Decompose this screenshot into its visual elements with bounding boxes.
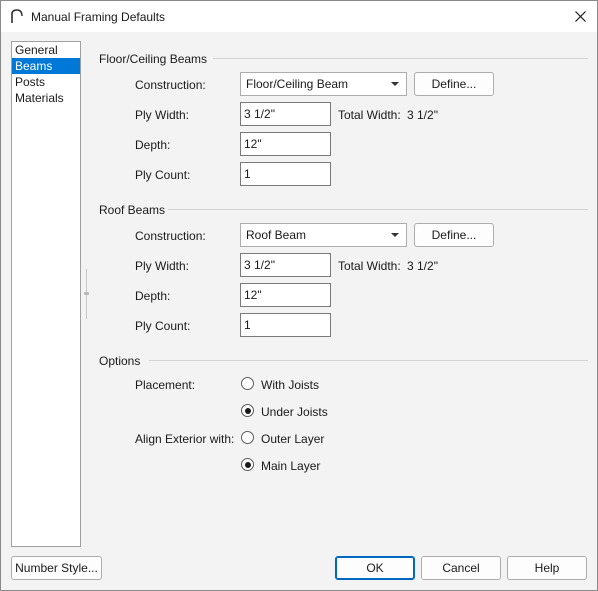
manual-framing-defaults-dialog: Manual Framing Defaults General Beams Po… <box>0 0 598 591</box>
floor-construction-value: Floor/Ceiling Beam <box>246 77 349 91</box>
title-bar: Manual Framing Defaults <box>1 1 597 32</box>
roof-ply-count-input[interactable]: 1 <box>240 313 331 337</box>
close-button[interactable] <box>563 1 597 32</box>
nav-item-beams[interactable]: Beams <box>12 58 80 74</box>
roof-construction-value: Roof Beam <box>246 228 307 242</box>
ok-button[interactable]: OK <box>335 556 415 580</box>
nav-item-materials[interactable]: Materials <box>12 90 80 106</box>
floor-construction-label: Construction: <box>135 78 206 92</box>
number-style-button[interactable]: Number Style... <box>11 556 102 580</box>
splitter-grip[interactable] <box>84 292 89 295</box>
close-icon <box>574 11 586 22</box>
radio-label-with-joists[interactable]: With Joists <box>261 378 319 392</box>
floor-total-width-label: Total Width: <box>338 108 401 122</box>
roof-ply-width-input[interactable]: 3 1/2" <box>240 253 331 277</box>
arch-icon <box>9 8 25 24</box>
chevron-down-icon <box>391 233 399 237</box>
roof-construction-label: Construction: <box>135 229 206 243</box>
radio-outer-layer[interactable] <box>241 431 254 444</box>
radio-with-joists[interactable] <box>241 377 254 390</box>
floor-beams-section-title: Floor/Ceiling Beams <box>99 52 208 66</box>
roof-ply-width-label: Ply Width: <box>135 259 190 273</box>
chevron-down-icon <box>391 82 399 86</box>
floor-define-button[interactable]: Define... <box>414 72 494 96</box>
radio-label-main-layer[interactable]: Main Layer <box>261 459 320 473</box>
floor-ply-width-label: Ply Width: <box>135 108 190 122</box>
floor-ply-width-input[interactable]: 3 1/2" <box>240 102 331 126</box>
window-title: Manual Framing Defaults <box>31 10 166 24</box>
floor-construction-select[interactable]: Floor/Ceiling Beam <box>240 72 407 96</box>
category-list[interactable]: General Beams Posts Materials <box>11 41 81 547</box>
align-exterior-label: Align Exterior with: <box>135 432 235 446</box>
roof-depth-label: Depth: <box>135 289 171 303</box>
roof-define-button[interactable]: Define... <box>414 223 494 247</box>
floor-beams-divider <box>213 58 588 59</box>
placement-label: Placement: <box>135 378 196 392</box>
cancel-button[interactable]: Cancel <box>421 556 501 580</box>
radio-label-under-joists[interactable]: Under Joists <box>261 405 328 419</box>
radio-under-joists[interactable] <box>241 404 254 417</box>
options-divider <box>149 360 588 361</box>
floor-ply-count-label: Ply Count: <box>135 168 191 182</box>
roof-beams-divider <box>168 209 588 210</box>
floor-depth-input[interactable]: 12" <box>240 132 331 156</box>
radio-label-outer-layer[interactable]: Outer Layer <box>261 432 324 446</box>
roof-construction-select[interactable]: Roof Beam <box>240 223 407 247</box>
help-button[interactable]: Help <box>507 556 587 580</box>
options-section-title: Options <box>99 354 141 368</box>
floor-ply-count-input[interactable]: 1 <box>240 162 331 186</box>
roof-total-width-value: 3 1/2" <box>407 259 438 273</box>
floor-total-width-value: 3 1/2" <box>407 108 438 122</box>
radio-main-layer[interactable] <box>241 458 254 471</box>
floor-depth-label: Depth: <box>135 138 171 152</box>
roof-beams-section-title: Roof Beams <box>99 203 166 217</box>
roof-total-width-label: Total Width: <box>338 259 401 273</box>
nav-item-general[interactable]: General <box>12 42 80 58</box>
roof-depth-input[interactable]: 12" <box>240 283 331 307</box>
roof-ply-count-label: Ply Count: <box>135 319 191 333</box>
nav-item-posts[interactable]: Posts <box>12 74 80 90</box>
